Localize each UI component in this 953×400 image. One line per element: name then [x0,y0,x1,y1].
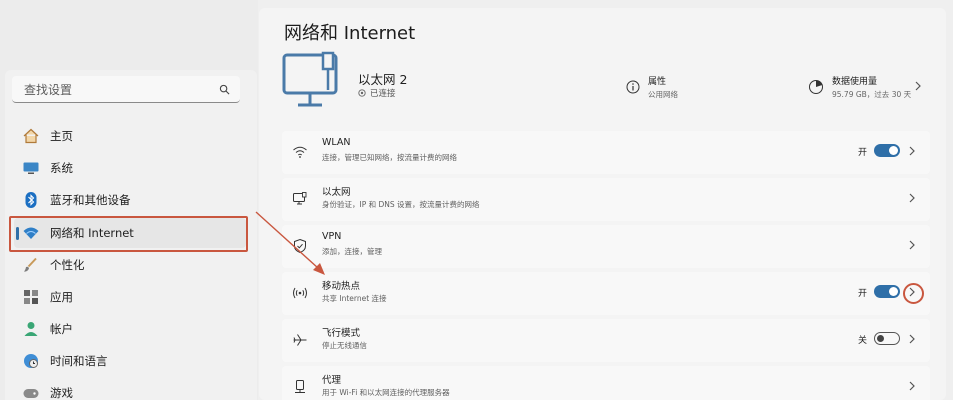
ethernet-icon [292,191,308,207]
apps-icon [22,288,40,306]
home-icon [22,127,40,145]
sidebar-item-time-language[interactable]: 时间和语言 [14,346,246,376]
sidebar-item-label: 系统 [50,161,73,175]
row-title: 移动热点 [322,281,361,292]
sidebar: 查找设置 主页 系统 蓝牙和其他设备 网络和 Internet 个性化 应用 帐… [0,0,258,400]
bluetooth-icon [22,191,40,209]
settings-row-ethernet[interactable]: 以太网 身份验证，IP 和 DNS 设置，按流量计费的网络 [282,178,930,221]
chevron-right-icon[interactable] [908,145,916,157]
chevron-right-icon[interactable] [914,80,922,92]
sidebar-item-label: 游戏 [50,386,73,400]
sidebar-item-apps[interactable]: 应用 [14,282,246,312]
chevron-right-icon[interactable] [908,192,916,204]
globe-clock-icon [22,352,40,370]
chevron-right-icon[interactable] [908,380,916,392]
chevron-right-icon[interactable] [908,239,916,251]
connection-status-text: 已连接 [370,89,396,99]
settings-row-proxy[interactable]: 代理 用于 Wi-Fi 和以太网连接的代理服务器 [282,366,930,400]
annotation-circle [903,283,924,304]
sidebar-item-label: 应用 [50,290,73,304]
proxy-icon [292,379,308,395]
data-usage-sub: 95.79 GB，过去 30 天 [832,90,912,99]
settings-row-vpn[interactable]: VPN 添加，连接，管理 [282,225,930,268]
hotspot-icon [292,285,308,301]
toggle-state-label: 关 [857,336,867,346]
row-title: 飞行模式 [322,328,361,339]
search-placeholder: 查找设置 [24,82,73,97]
row-description: 连接，管理已知网络，按流量计费的网络 [322,153,457,162]
connection-status: 已连接 [358,87,396,99]
person-icon [22,320,40,338]
row-description: 添加，连接，管理 [322,247,382,256]
annotation-highlight-box [9,216,248,252]
settings-row-mobile-hotspot[interactable]: 移动热点 共享 Internet 连接 开 [282,272,930,315]
sidebar-item-accounts[interactable]: 帐户 [14,314,246,344]
sidebar-item-bluetooth[interactable]: 蓝牙和其他设备 [14,185,246,215]
settings-row-airplane-mode[interactable]: 飞行模式 停止无线通信 关 [282,319,930,362]
sidebar-item-home[interactable]: 主页 [14,121,246,151]
sidebar-item-system[interactable]: 系统 [14,153,246,183]
connection-summary: 以太网 2 已连接 属性 公用网络 数据使用量 95.79 GB，过去 30 天 [278,46,934,126]
page-title: 网络和 Internet [284,23,416,44]
info-icon [626,80,640,94]
toggle-state-label: 开 [857,148,867,158]
sidebar-item-personalization[interactable]: 个性化 [14,250,246,280]
shield-icon [292,238,308,254]
row-description: 共享 Internet 连接 [322,294,387,303]
sidebar-item-label: 帐户 [50,322,73,336]
properties-title: 属性 [648,77,667,87]
airplane-icon [292,332,308,348]
wlan-toggle[interactable] [874,144,900,157]
sidebar-item-label: 主页 [50,129,73,143]
toggle-state-label: 开 [857,289,867,299]
search-icon [219,84,230,94]
properties-sub: 公用网络 [648,90,678,99]
sidebar-item-label: 个性化 [50,258,85,272]
brush-icon [22,256,40,274]
gamepad-icon [22,384,40,400]
data-usage-link[interactable]: 数据使用量 95.79 GB，过去 30 天 [808,74,911,100]
wifi-icon [292,144,308,160]
search-input[interactable]: 查找设置 [12,76,240,103]
data-usage-icon [809,80,823,94]
row-title: VPN [322,231,342,242]
monitor-icon [22,159,40,177]
row-title: 代理 [322,375,342,386]
properties-link[interactable]: 属性 公用网络 [626,74,678,100]
row-title: WLAN [322,137,351,148]
connection-name: 以太网 2 [358,72,408,87]
row-description: 停止无线通信 [322,341,367,350]
data-usage-title: 数据使用量 [832,77,878,87]
airplane-mode-toggle[interactable] [874,332,900,345]
mobile-hotspot-toggle[interactable] [874,285,900,298]
ethernet-monitor-icon [282,51,338,107]
row-description: 用于 Wi-Fi 和以太网连接的代理服务器 [322,388,450,397]
sidebar-item-gaming[interactable]: 游戏 [14,378,246,400]
row-description: 身份验证，IP 和 DNS 设置，按流量计费的网络 [322,200,480,209]
chevron-right-icon[interactable] [908,333,916,345]
row-title: 以太网 [322,187,351,198]
settings-row-wlan[interactable]: WLAN 连接，管理已知网络，按流量计费的网络 开 [282,131,930,174]
connected-status-icon [358,89,366,97]
sidebar-item-label: 时间和语言 [50,354,108,368]
sidebar-item-label: 蓝牙和其他设备 [50,193,131,207]
